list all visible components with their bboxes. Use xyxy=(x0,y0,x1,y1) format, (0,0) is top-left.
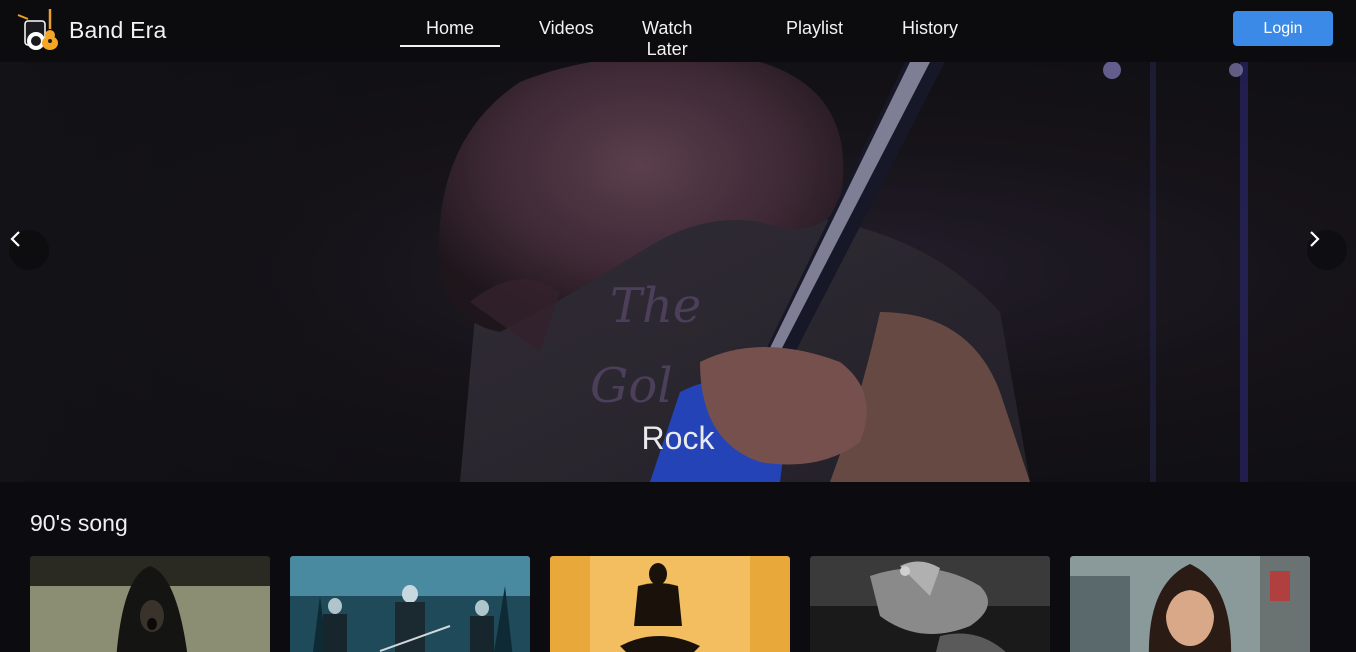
section-title: 90's song xyxy=(30,510,128,536)
video-card[interactable] xyxy=(30,556,270,652)
hands-black-white-thumbnail xyxy=(810,556,1050,652)
nav-home[interactable]: Home xyxy=(400,18,500,47)
sitting-man-orange-thumbnail xyxy=(550,556,790,652)
carousel-next-button[interactable] xyxy=(1307,230,1347,270)
video-card[interactable] xyxy=(290,556,530,652)
brand[interactable]: Band Era xyxy=(16,6,167,54)
brand-name: Band Era xyxy=(69,16,167,43)
nav-playlist[interactable]: Playlist xyxy=(786,18,843,39)
hero-carousel: The Gol Rock xyxy=(0,62,1356,482)
hero-caption: Rock xyxy=(641,420,715,456)
nav-videos[interactable]: Videos xyxy=(539,18,594,39)
nav-watch-later[interactable]: Watch Later xyxy=(642,18,692,60)
nav-history[interactable]: History xyxy=(902,18,958,39)
hooded-singer-thumbnail xyxy=(30,556,270,652)
music-guitar-logo-icon xyxy=(16,7,62,53)
video-card[interactable] xyxy=(1070,556,1310,652)
video-card[interactable] xyxy=(550,556,790,652)
login-button[interactable]: Login xyxy=(1233,11,1333,46)
carousel-prev-button[interactable] xyxy=(9,230,49,270)
chevron-left-icon xyxy=(10,231,20,247)
hero-guitarist-image: The Gol xyxy=(0,62,1356,482)
band-in-forest-thumbnail xyxy=(290,556,530,652)
video-card[interactable] xyxy=(810,556,1050,652)
long-hair-man-thumbnail xyxy=(1070,556,1310,652)
chevron-right-icon xyxy=(1310,231,1320,247)
top-navbar: Band Era Home Videos Watch Later Playlis… xyxy=(0,0,1356,62)
